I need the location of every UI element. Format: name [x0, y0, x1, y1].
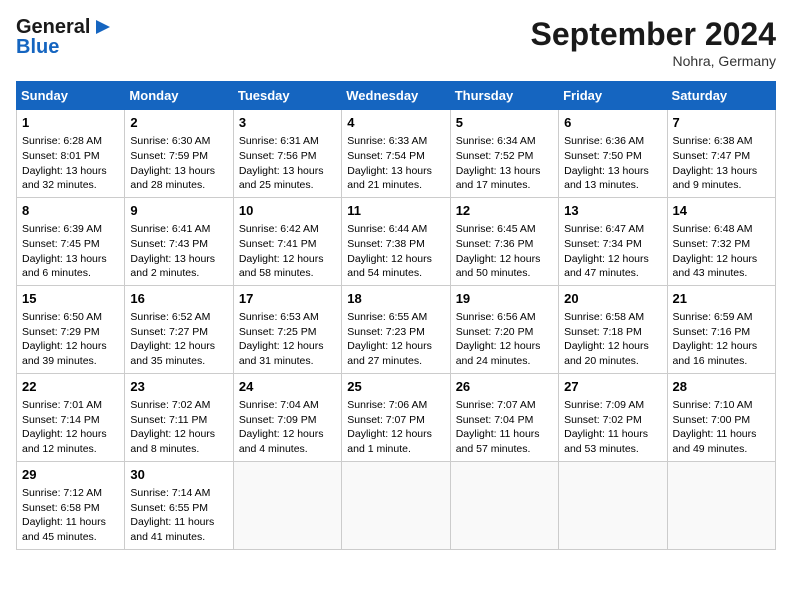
cell-empty-5	[667, 461, 775, 549]
cell-empty-4	[559, 461, 667, 549]
calendar-row-2: 8 Sunrise: 6:39 AMSunset: 7:45 PMDayligh…	[17, 197, 776, 285]
cell-sep-28: 28 Sunrise: 7:10 AMSunset: 7:00 PMDaylig…	[667, 373, 775, 461]
cell-sep-10: 10 Sunrise: 6:42 AMSunset: 7:41 PMDaylig…	[233, 197, 341, 285]
logo-general-text: General	[16, 16, 90, 38]
cell-sep-29: 29 Sunrise: 7:12 AMSunset: 6:58 PMDaylig…	[17, 461, 125, 549]
cell-sep-2: 2 Sunrise: 6:30 AMSunset: 7:59 PMDayligh…	[125, 110, 233, 198]
month-title: September 2024	[531, 16, 776, 53]
cell-sep-5: 5 Sunrise: 6:34 AMSunset: 7:52 PMDayligh…	[450, 110, 558, 198]
cell-sep-21: 21 Sunrise: 6:59 AMSunset: 7:16 PMDaylig…	[667, 285, 775, 373]
logo: General Blue	[16, 16, 114, 58]
col-monday: Monday	[125, 82, 233, 110]
cell-sep-16: 16 Sunrise: 6:52 AMSunset: 7:27 PMDaylig…	[125, 285, 233, 373]
cell-sep-8: 8 Sunrise: 6:39 AMSunset: 7:45 PMDayligh…	[17, 197, 125, 285]
cell-sep-26: 26 Sunrise: 7:07 AMSunset: 7:04 PMDaylig…	[450, 373, 558, 461]
cell-empty-3	[450, 461, 558, 549]
cell-sep-19: 19 Sunrise: 6:56 AMSunset: 7:20 PMDaylig…	[450, 285, 558, 373]
cell-sep-13: 13 Sunrise: 6:47 AMSunset: 7:34 PMDaylig…	[559, 197, 667, 285]
col-saturday: Saturday	[667, 82, 775, 110]
cell-sep-3: 3 Sunrise: 6:31 AMSunset: 7:56 PMDayligh…	[233, 110, 341, 198]
location: Nohra, Germany	[531, 53, 776, 69]
cell-sep-22: 22 Sunrise: 7:01 AMSunset: 7:14 PMDaylig…	[17, 373, 125, 461]
cell-sep-7: 7 Sunrise: 6:38 AMSunset: 7:47 PMDayligh…	[667, 110, 775, 198]
cell-sep-11: 11 Sunrise: 6:44 AMSunset: 7:38 PMDaylig…	[342, 197, 450, 285]
col-thursday: Thursday	[450, 82, 558, 110]
cell-sep-4: 4 Sunrise: 6:33 AMSunset: 7:54 PMDayligh…	[342, 110, 450, 198]
cell-sep-1: 1 Sunrise: 6:28 AMSunset: 8:01 PMDayligh…	[17, 110, 125, 198]
cell-sep-15: 15 Sunrise: 6:50 AMSunset: 7:29 PMDaylig…	[17, 285, 125, 373]
calendar-table: Sunday Monday Tuesday Wednesday Thursday…	[16, 81, 776, 550]
cell-empty-2	[342, 461, 450, 549]
col-friday: Friday	[559, 82, 667, 110]
calendar-row-4: 22 Sunrise: 7:01 AMSunset: 7:14 PMDaylig…	[17, 373, 776, 461]
calendar-row-3: 15 Sunrise: 6:50 AMSunset: 7:29 PMDaylig…	[17, 285, 776, 373]
col-wednesday: Wednesday	[342, 82, 450, 110]
cell-sep-9: 9 Sunrise: 6:41 AMSunset: 7:43 PMDayligh…	[125, 197, 233, 285]
cell-sep-25: 25 Sunrise: 7:06 AMSunset: 7:07 PMDaylig…	[342, 373, 450, 461]
cell-sep-30: 30 Sunrise: 7:14 AMSunset: 6:55 PMDaylig…	[125, 461, 233, 549]
cell-sep-24: 24 Sunrise: 7:04 AMSunset: 7:09 PMDaylig…	[233, 373, 341, 461]
cell-sep-23: 23 Sunrise: 7:02 AMSunset: 7:11 PMDaylig…	[125, 373, 233, 461]
cell-sep-20: 20 Sunrise: 6:58 AMSunset: 7:18 PMDaylig…	[559, 285, 667, 373]
cell-sep-18: 18 Sunrise: 6:55 AMSunset: 7:23 PMDaylig…	[342, 285, 450, 373]
cell-sep-6: 6 Sunrise: 6:36 AMSunset: 7:50 PMDayligh…	[559, 110, 667, 198]
logo-arrow-icon	[92, 16, 114, 38]
cell-sep-17: 17 Sunrise: 6:53 AMSunset: 7:25 PMDaylig…	[233, 285, 341, 373]
col-sunday: Sunday	[17, 82, 125, 110]
calendar-row-5: 29 Sunrise: 7:12 AMSunset: 6:58 PMDaylig…	[17, 461, 776, 549]
cell-empty-1	[233, 461, 341, 549]
calendar-header-row: Sunday Monday Tuesday Wednesday Thursday…	[17, 82, 776, 110]
cell-sep-27: 27 Sunrise: 7:09 AMSunset: 7:02 PMDaylig…	[559, 373, 667, 461]
logo-container: General Blue	[16, 16, 114, 58]
cell-sep-14: 14 Sunrise: 6:48 AMSunset: 7:32 PMDaylig…	[667, 197, 775, 285]
page-header: General Blue September 2024 Nohra, Germa…	[16, 16, 776, 69]
title-block: September 2024 Nohra, Germany	[531, 16, 776, 69]
logo-blue-text: Blue	[16, 36, 114, 58]
cell-sep-12: 12 Sunrise: 6:45 AMSunset: 7:36 PMDaylig…	[450, 197, 558, 285]
col-tuesday: Tuesday	[233, 82, 341, 110]
calendar-row-1: 1 Sunrise: 6:28 AMSunset: 8:01 PMDayligh…	[17, 110, 776, 198]
